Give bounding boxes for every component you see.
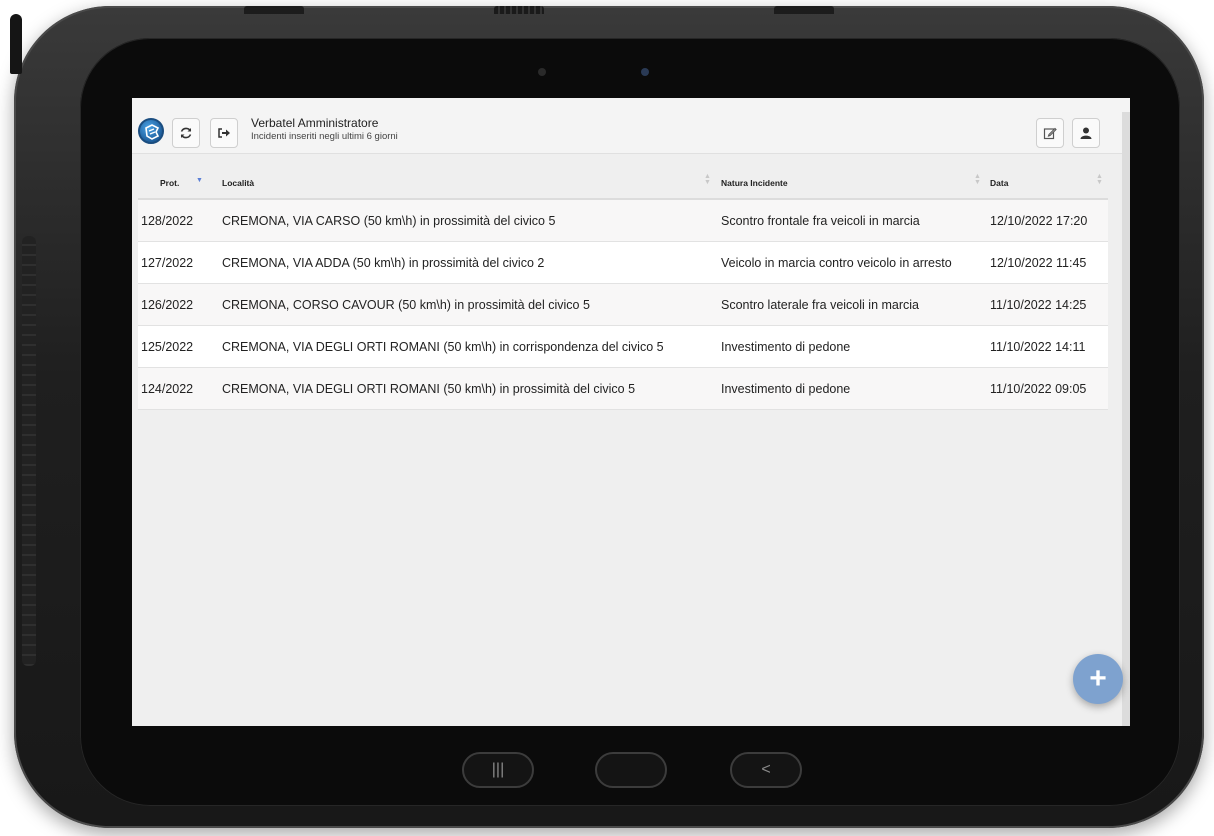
cell-prot: 125/2022 (141, 340, 194, 354)
device-top-button (244, 6, 304, 14)
column-header-prot[interactable]: Prot. (160, 178, 179, 188)
device-side-grip (22, 236, 36, 666)
cell-prot: 126/2022 (141, 298, 194, 312)
front-sensor (538, 68, 546, 76)
logout-icon (218, 128, 230, 138)
cell-natura: Veicolo in marcia contro veicolo in arre… (721, 256, 952, 270)
app-screen: Verbatel Amministratore Incidenti inseri… (132, 98, 1130, 726)
edit-icon (1043, 127, 1057, 140)
column-header-data[interactable]: Data (990, 178, 1008, 188)
home-button[interactable] (595, 752, 667, 788)
edit-button[interactable] (1036, 118, 1064, 148)
cell-localita: CREMONA, CORSO CAVOUR (50 km\h) in pross… (222, 298, 590, 312)
app-logo[interactable] (138, 118, 164, 144)
cell-localita: CREMONA, VIA DEGLI ORTI ROMANI (50 km\h)… (222, 382, 636, 396)
cell-localita: CREMONA, VIA ADDA (50 km\h) in prossimit… (222, 256, 545, 270)
page-subtitle: Incidenti inseriti negli ultimi 6 giorni (251, 131, 398, 142)
column-header-localita[interactable]: Località (222, 178, 254, 188)
cell-prot: 124/2022 (141, 382, 194, 396)
back-button[interactable]: < (730, 752, 802, 788)
app-header: Verbatel Amministratore Incidenti inseri… (132, 98, 1130, 154)
user-icon (1080, 127, 1092, 139)
scrollbar[interactable] (1122, 112, 1130, 726)
device-top-button (494, 6, 544, 14)
column-header-natura[interactable]: Natura Incidente (721, 178, 788, 188)
sort-desc-icon[interactable]: ▼ (196, 177, 203, 184)
back-icon: < (761, 761, 771, 778)
recent-apps-button[interactable]: ||| (462, 752, 534, 788)
recent-apps-icon: ||| (491, 761, 505, 778)
table-row[interactable]: 127/2022 CREMONA, VIA ADDA (50 km\h) in … (138, 242, 1108, 284)
sort-icon[interactable]: ▲ ▼ (704, 173, 711, 186)
device-antenna (10, 14, 22, 74)
cell-natura: Scontro laterale fra veicoli in marcia (721, 298, 919, 312)
cell-data: 12/10/2022 11:45 (990, 256, 1087, 270)
cell-prot: 127/2022 (141, 256, 194, 270)
cell-prot: 128/2022 (141, 214, 194, 228)
table-row[interactable]: 125/2022 CREMONA, VIA DEGLI ORTI ROMANI … (138, 326, 1108, 368)
sort-icon[interactable]: ▲ ▼ (974, 173, 981, 186)
cell-data: 11/10/2022 14:25 (990, 298, 1087, 312)
logout-button[interactable] (210, 118, 238, 148)
page-title: Verbatel Amministratore (251, 116, 379, 130)
cell-data: 12/10/2022 17:20 (990, 214, 1088, 228)
refresh-button[interactable] (172, 118, 200, 148)
incidents-table: Prot. ▼ Località ▲ ▼ Natura Incidente ▲ ▼ … (138, 166, 1108, 410)
table-row[interactable]: 128/2022 CREMONA, VIA CARSO (50 km\h) in… (138, 200, 1108, 242)
cell-natura: Investimento di pedone (721, 382, 851, 396)
device-top-button (774, 6, 834, 14)
cell-data: 11/10/2022 09:05 (990, 382, 1087, 396)
refresh-icon (180, 127, 192, 139)
table-header: Prot. ▼ Località ▲ ▼ Natura Incidente ▲ ▼ … (138, 166, 1108, 200)
front-camera (641, 68, 649, 76)
user-button[interactable] (1072, 118, 1100, 148)
plus-icon: + (1089, 662, 1107, 695)
table-row[interactable]: 124/2022 CREMONA, VIA DEGLI ORTI ROMANI … (138, 368, 1108, 410)
cell-localita: CREMONA, VIA CARSO (50 km\h) in prossimi… (222, 214, 556, 228)
sort-icon[interactable]: ▲ ▼ (1096, 173, 1103, 186)
add-incident-button[interactable]: + (1073, 654, 1123, 704)
cell-natura: Scontro frontale fra veicoli in marcia (721, 214, 920, 228)
cell-natura: Investimento di pedone (721, 340, 851, 354)
cell-localita: CREMONA, VIA DEGLI ORTI ROMANI (50 km\h)… (222, 340, 664, 354)
cell-data: 11/10/2022 14:11 (990, 340, 1086, 354)
table-row[interactable]: 126/2022 CREMONA, CORSO CAVOUR (50 km\h)… (138, 284, 1108, 326)
